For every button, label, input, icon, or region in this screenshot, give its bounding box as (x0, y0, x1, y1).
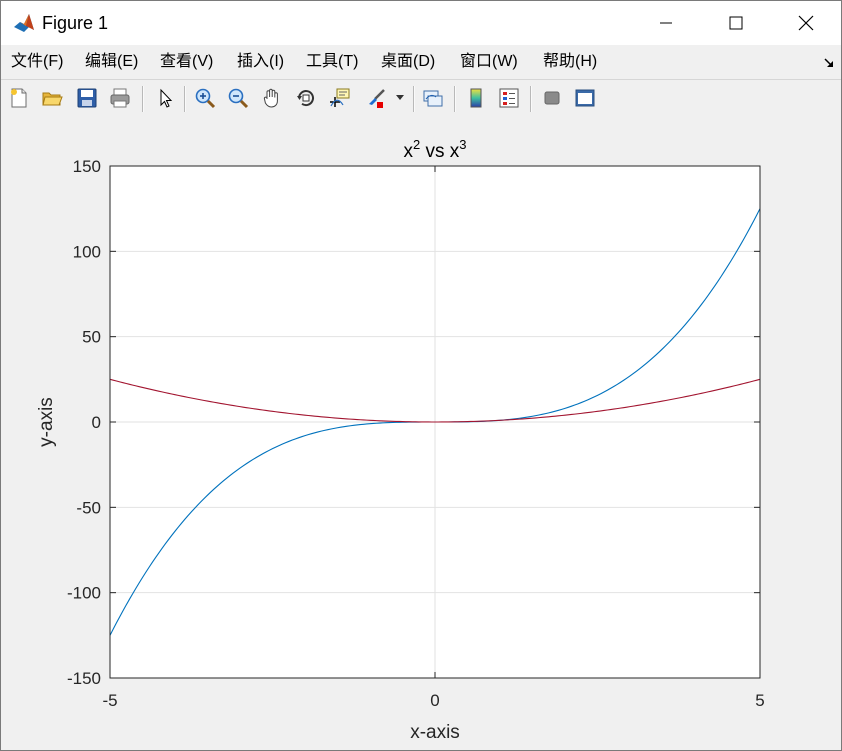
rotate-3d-icon (297, 90, 314, 107)
figure-toolbar (1, 79, 841, 119)
x-tick-label: 0 (430, 691, 439, 710)
x-tick-label: 5 (755, 691, 764, 710)
pan-button[interactable] (259, 85, 285, 111)
zoom-in-button[interactable] (192, 85, 218, 111)
brush-icon (369, 89, 385, 108)
open-file-button[interactable] (39, 85, 65, 111)
zoom-out-button[interactable] (225, 85, 251, 111)
toolbar-separator (454, 86, 456, 112)
menu-tools[interactable]: 工具(T) (306, 52, 358, 72)
brush-dropdown-button[interactable] (393, 85, 407, 111)
save-button[interactable] (74, 85, 100, 111)
minimize-button[interactable] (631, 1, 701, 45)
zoom-in-icon (195, 88, 216, 109)
show-plot-tools-button[interactable] (572, 85, 598, 111)
title-bar: Figure 1 (1, 1, 841, 45)
toolbar-separator (530, 86, 532, 112)
y-tick-label: 50 (82, 328, 101, 347)
matlab-logo-icon (13, 12, 35, 34)
insert-colorbar-button[interactable] (463, 85, 489, 111)
menu-file[interactable]: 文件(F) (11, 52, 63, 72)
close-icon (798, 15, 814, 31)
chart-title-middle: vs x (420, 141, 460, 162)
pan-hand-icon (263, 88, 278, 108)
show-plot-tools-icon (575, 89, 595, 107)
menu-insert[interactable]: 插入(I) (237, 52, 284, 72)
hide-plot-tools-icon (544, 91, 560, 105)
pointer-icon (160, 88, 173, 108)
rotate-3d-button[interactable] (293, 85, 319, 111)
chart-title-base: x (403, 141, 413, 162)
menu-view[interactable]: 查看(V) (160, 52, 213, 72)
toolbar-separator (184, 86, 186, 112)
new-figure-icon (11, 88, 27, 108)
edit-plot-button[interactable] (152, 85, 178, 111)
chart-title-superscript-1: 2 (413, 137, 420, 152)
menu-help[interactable]: 帮助(H) (543, 52, 597, 72)
y-axis-label: y-axis (36, 397, 57, 447)
legend-icon (499, 88, 519, 108)
x-axis-label: x-axis (410, 722, 460, 743)
toolbar-separator (413, 86, 415, 112)
menu-window[interactable]: 窗口(W) (460, 52, 518, 72)
link-plot-icon (423, 90, 443, 107)
close-button[interactable] (771, 1, 841, 45)
toolbar-separator (142, 86, 144, 112)
link-plot-button[interactable] (420, 85, 446, 111)
data-cursor-button[interactable] (327, 85, 353, 111)
print-icon (110, 88, 130, 108)
y-tick-label: 150 (73, 157, 101, 176)
dock-arrow-icon[interactable] (823, 57, 835, 69)
insert-legend-button[interactable] (496, 85, 522, 111)
zoom-out-icon (228, 88, 249, 109)
x-tick-label: -5 (102, 691, 117, 710)
menu-desktop[interactable]: 桌面(D) (381, 52, 435, 72)
save-icon (77, 88, 97, 108)
y-tick-label: -50 (76, 498, 101, 517)
y-tick-label: 0 (92, 413, 101, 432)
menu-bar: 文件(F) 编辑(E) 查看(V) 插入(I) 工具(T) 桌面(D) 窗口(W… (1, 45, 841, 79)
print-button[interactable] (107, 85, 133, 111)
y-tick-label: 100 (73, 242, 101, 261)
new-figure-button[interactable] (6, 85, 32, 111)
maximize-button[interactable] (701, 1, 771, 45)
open-folder-icon (42, 92, 63, 106)
chevron-down-icon (396, 95, 404, 100)
hide-plot-tools-button[interactable] (539, 85, 565, 111)
chart-title: x2 vs x3 (403, 137, 466, 162)
minimize-icon (660, 22, 672, 24)
y-tick-label: -150 (67, 669, 101, 688)
chart-title-superscript-2: 3 (459, 137, 466, 152)
data-cursor-icon (330, 88, 350, 107)
menu-edit[interactable]: 编辑(E) (85, 52, 138, 72)
y-tick-label: -100 (67, 584, 101, 603)
maximize-icon (729, 16, 743, 30)
axes-plot: -5 0 5-150-100-50050100150 x2 vs x3 x-axis… (36, 137, 765, 743)
window-title: Figure 1 (42, 13, 109, 33)
brush-button[interactable] (363, 85, 389, 111)
colorbar-icon (470, 88, 482, 108)
